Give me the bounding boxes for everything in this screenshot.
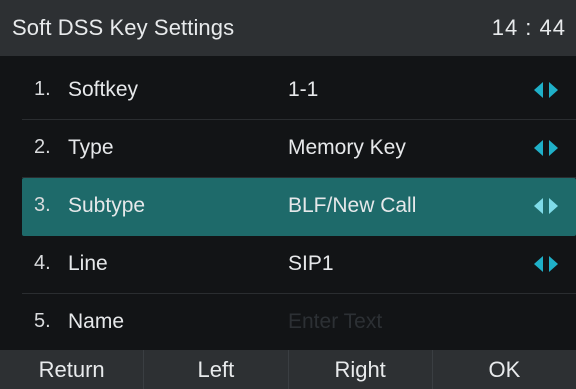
left-button[interactable]: Left [144, 350, 289, 389]
left-right-arrows-icon[interactable] [534, 140, 564, 156]
return-button[interactable]: Return [0, 350, 145, 389]
arrow-right-icon[interactable] [549, 140, 558, 156]
arrow-left-icon[interactable] [534, 256, 543, 272]
row-value: Memory Key [288, 136, 406, 159]
title-bar: Soft DSS Key Settings 14 : 44 [0, 0, 576, 56]
row-value: SIP1 [288, 252, 334, 275]
row-index: 3. [34, 194, 51, 216]
arrow-left-icon[interactable] [534, 198, 543, 214]
left-right-arrows-icon[interactable] [534, 256, 564, 272]
row-index: 4. [34, 252, 51, 274]
arrow-left-icon[interactable] [534, 82, 543, 98]
row-index: 1. [34, 78, 51, 100]
row-index: 2. [34, 136, 51, 158]
setting-row-subtype[interactable]: 3. Subtype BLF/New Call [22, 178, 576, 236]
softkey-bar: Return Left Right OK [0, 350, 576, 389]
row-label: Type [68, 136, 114, 159]
phone-screen: Soft DSS Key Settings 14 : 44 1. Softkey… [0, 0, 576, 389]
name-input[interactable]: Enter Text [288, 310, 382, 334]
settings-list: 1. Softkey 1-1 2. Type Memory Key 3. Sub… [22, 62, 576, 352]
arrow-left-icon[interactable] [534, 140, 543, 156]
left-right-arrows-icon[interactable] [534, 198, 564, 214]
setting-row-name[interactable]: 5. Name Enter Text [22, 294, 576, 352]
row-label: Softkey [68, 78, 139, 101]
left-right-arrows-icon[interactable] [534, 82, 564, 98]
arrow-right-icon[interactable] [549, 82, 558, 98]
row-label: Line [68, 252, 108, 275]
arrow-right-icon[interactable] [549, 198, 558, 214]
row-label: Name [68, 310, 125, 333]
row-value: 1-1 [288, 78, 319, 101]
ok-button[interactable]: OK [433, 350, 576, 389]
row-label: Subtype [68, 194, 146, 217]
setting-row-type[interactable]: 2. Type Memory Key [22, 120, 576, 178]
setting-row-line[interactable]: 4. Line SIP1 [22, 236, 576, 294]
clock: 14 : 44 [491, 15, 566, 40]
page-title: Soft DSS Key Settings [12, 15, 235, 40]
row-value: BLF/New Call [288, 194, 417, 217]
right-button[interactable]: Right [289, 350, 433, 389]
setting-row-softkey[interactable]: 1. Softkey 1-1 [22, 62, 576, 120]
arrow-right-icon[interactable] [549, 256, 558, 272]
row-index: 5. [34, 310, 51, 332]
